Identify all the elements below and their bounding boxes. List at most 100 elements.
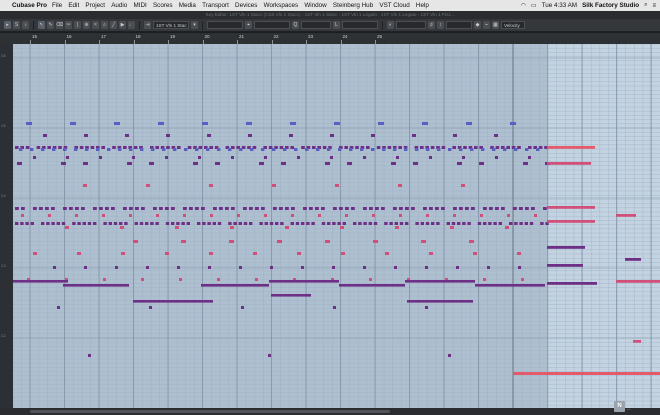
menu-audio[interactable]: Audio: [111, 2, 127, 9]
midi-note[interactable]: [61, 222, 66, 225]
midi-note[interactable]: [301, 146, 305, 149]
midi-note[interactable]: [209, 146, 213, 149]
battery-icon[interactable]: ▭: [531, 2, 537, 9]
menu-project[interactable]: Project: [85, 2, 105, 9]
midi-note[interactable]: [426, 214, 429, 217]
midi-note[interactable]: [547, 206, 595, 209]
menu-steinberg-hub[interactable]: Steinberg Hub: [333, 2, 373, 9]
midi-note[interactable]: [448, 354, 451, 357]
midi-note[interactable]: [421, 240, 426, 243]
object-selection-tool-icon[interactable]: ↖: [38, 21, 45, 29]
midi-note[interactable]: [360, 148, 364, 151]
midi-note[interactable]: [457, 162, 462, 165]
midi-note[interactable]: [184, 148, 188, 151]
midi-note[interactable]: [363, 207, 367, 210]
midi-note[interactable]: [503, 148, 507, 151]
midi-note[interactable]: [246, 122, 252, 125]
midi-note[interactable]: [193, 162, 198, 165]
scrollbar-thumb[interactable]: [30, 410, 390, 413]
midi-note[interactable]: [340, 226, 344, 229]
midi-note[interactable]: [123, 146, 127, 149]
midi-note[interactable]: [473, 252, 477, 255]
midi-note[interactable]: [483, 278, 486, 281]
midi-note[interactable]: [547, 146, 595, 149]
midi-note[interactable]: [315, 207, 319, 210]
midi-note[interactable]: [84, 266, 87, 269]
sustain-note[interactable]: [13, 280, 68, 283]
timeline-ruler[interactable]: 15 16 17 18 19 20 21 22 23 24 25: [0, 33, 660, 44]
midi-note[interactable]: [115, 266, 118, 269]
sustain-note[interactable]: [133, 300, 213, 303]
midi-note[interactable]: [429, 252, 433, 255]
midi-note[interactable]: [633, 340, 641, 343]
midi-note[interactable]: [355, 146, 359, 149]
midi-note[interactable]: [483, 207, 487, 210]
midi-note[interactable]: [187, 146, 192, 149]
erase-tool-icon[interactable]: ⌫: [56, 21, 63, 29]
midi-note[interactable]: [114, 122, 120, 125]
midi-note[interactable]: [181, 240, 186, 243]
midi-note[interactable]: [202, 122, 208, 125]
midi-note[interactable]: [217, 278, 220, 281]
midi-note[interactable]: [371, 134, 375, 137]
midi-note[interactable]: [208, 266, 211, 269]
midi-note[interactable]: [436, 222, 440, 225]
midi-note[interactable]: [26, 122, 32, 125]
midi-note[interactable]: [283, 148, 287, 151]
midi-note[interactable]: [337, 222, 341, 225]
midi-note[interactable]: [243, 207, 247, 210]
midi-note[interactable]: [398, 146, 402, 149]
midi-note[interactable]: [206, 148, 210, 151]
midi-note[interactable]: [209, 252, 213, 255]
midi-note[interactable]: [306, 222, 310, 225]
midi-note[interactable]: [616, 214, 636, 217]
midi-note[interactable]: [517, 252, 521, 255]
midi-note[interactable]: [495, 207, 499, 210]
midi-note[interactable]: [342, 222, 346, 225]
midi-note[interactable]: [492, 148, 496, 151]
midi-note[interactable]: [93, 207, 97, 210]
midi-note[interactable]: [139, 222, 144, 225]
midi-note[interactable]: [420, 222, 424, 225]
midi-note[interactable]: [429, 207, 433, 210]
menu-list-icon[interactable]: ≡: [652, 3, 656, 9]
midi-note[interactable]: [358, 222, 362, 225]
midi-note[interactable]: [121, 252, 125, 255]
midi-note[interactable]: [305, 148, 309, 151]
menu-file[interactable]: File: [52, 2, 62, 9]
spotlight-icon[interactable]: ⌕: [644, 2, 647, 9]
midi-note[interactable]: [52, 148, 56, 151]
menu-devices[interactable]: Devices: [235, 2, 257, 9]
midi-note[interactable]: [456, 266, 459, 269]
midi-note[interactable]: [33, 156, 36, 159]
midi-note[interactable]: [79, 146, 84, 149]
midi-note[interactable]: [389, 222, 393, 225]
midi-note[interactable]: [363, 156, 366, 159]
midi-note[interactable]: [46, 222, 50, 225]
midi-note[interactable]: [353, 222, 357, 225]
midi-note[interactable]: [333, 207, 337, 210]
midi-note[interactable]: [405, 222, 409, 225]
midi-note[interactable]: [371, 148, 375, 151]
midi-note[interactable]: [297, 156, 300, 159]
midi-note[interactable]: [175, 226, 179, 229]
midi-note[interactable]: [229, 240, 234, 243]
midi-note[interactable]: [66, 156, 69, 159]
midi-note[interactable]: [498, 222, 502, 225]
midi-note[interactable]: [132, 156, 135, 159]
midi-note[interactable]: [63, 148, 67, 151]
midi-note[interactable]: [177, 146, 181, 149]
midi-note[interactable]: [202, 222, 206, 225]
midi-note[interactable]: [273, 207, 277, 210]
midi-note[interactable]: [268, 146, 273, 149]
midi-note[interactable]: [495, 156, 498, 159]
sustain-note[interactable]: [339, 284, 405, 287]
midi-note[interactable]: [179, 278, 182, 281]
midi-note[interactable]: [272, 148, 276, 151]
midi-note[interactable]: [517, 146, 521, 149]
midi-note[interactable]: [297, 252, 301, 255]
midi-note[interactable]: [129, 148, 133, 151]
midi-note[interactable]: [159, 207, 163, 210]
midi-note[interactable]: [77, 222, 81, 225]
midi-note[interactable]: [474, 146, 478, 149]
